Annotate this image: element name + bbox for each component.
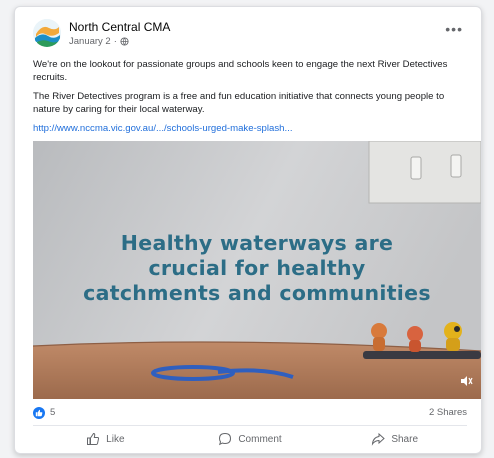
thumbs-up-icon — [87, 432, 100, 445]
post-paragraph-1: We're on the lookout for passionate grou… — [33, 59, 448, 83]
post-card: North Central CMA January 2 · ••• We're … — [14, 6, 482, 454]
logo-icon — [33, 19, 61, 47]
video-caption: Healthy waterways are crucial for health… — [33, 231, 481, 306]
comment-icon — [219, 432, 232, 446]
video-player[interactable]: Healthy waterways are crucial for health… — [33, 141, 481, 399]
caption-line-3: catchments and communities — [83, 281, 431, 305]
meta-separator: · — [113, 36, 117, 47]
like-button[interactable]: Like — [33, 427, 178, 451]
post-header: North Central CMA January 2 · ••• — [33, 19, 469, 53]
action-bar: Like Comment Share — [33, 427, 467, 451]
share-button[interactable]: Share — [322, 427, 467, 451]
comment-button[interactable]: Comment — [178, 427, 323, 451]
divider — [33, 425, 467, 426]
share-label: Share — [391, 433, 419, 445]
more-options-icon[interactable]: ••• — [445, 21, 463, 37]
share-count[interactable]: 2 Shares — [429, 407, 467, 418]
globe-icon — [120, 37, 129, 46]
like-reaction-icon[interactable] — [33, 407, 45, 419]
post-body: We're on the lookout for passionate grou… — [33, 58, 467, 141]
engagement-stats: 5 2 Shares — [33, 406, 467, 422]
mute-icon[interactable] — [459, 374, 473, 391]
like-label: Like — [106, 433, 125, 445]
reaction-count[interactable]: 5 — [50, 407, 55, 418]
page-name[interactable]: North Central CMA — [69, 20, 170, 34]
post-paragraph-2: The River Detectives program is a free a… — [33, 91, 445, 115]
comment-label: Comment — [238, 433, 282, 445]
caption-line-2: crucial for healthy — [148, 256, 366, 280]
article-link[interactable]: http://www.nccma.vic.gov.au/.../schools-… — [33, 123, 293, 134]
post-date[interactable]: January 2 — [69, 36, 111, 47]
post-meta: January 2 · — [69, 36, 129, 47]
caption-line-1: Healthy waterways are — [120, 231, 394, 255]
share-icon — [372, 432, 386, 446]
page-avatar[interactable] — [33, 19, 61, 47]
